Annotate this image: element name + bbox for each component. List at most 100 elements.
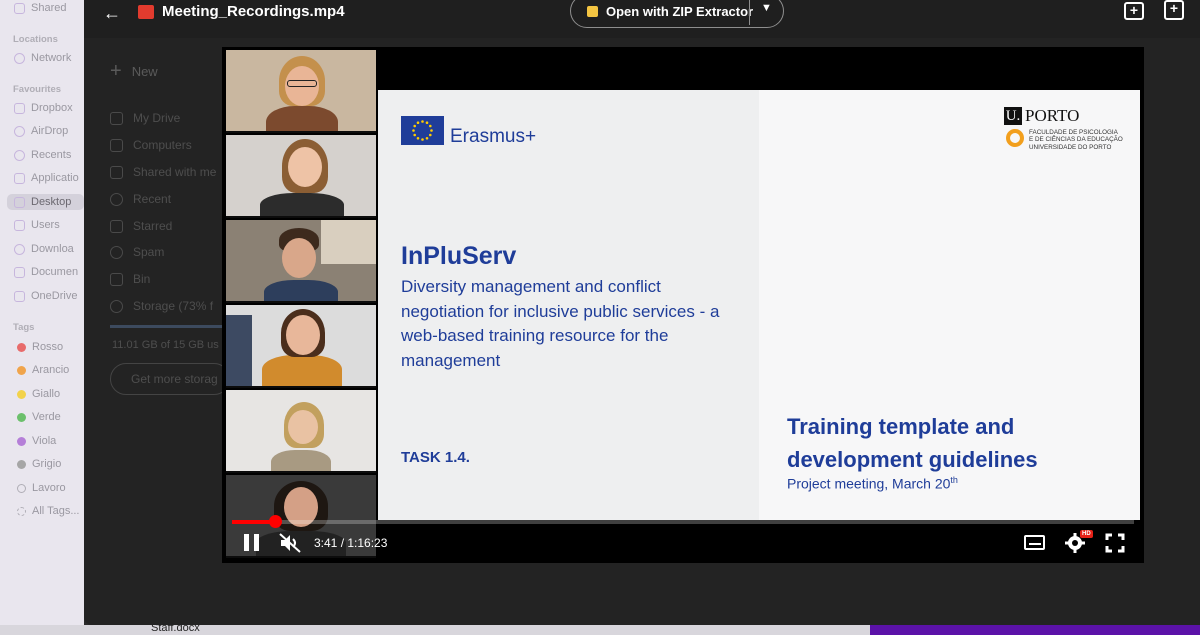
tag-label: Rosso <box>32 341 64 353</box>
sidebar-item-desktop[interactable]: Desktop <box>7 194 84 210</box>
computer-icon <box>110 138 123 152</box>
nav-storage[interactable]: Storage (73% f <box>110 299 213 313</box>
sidebar-item-label: Users <box>31 219 60 231</box>
tag-arancio[interactable]: Arancio <box>14 364 69 376</box>
clock-icon <box>110 192 123 206</box>
tag-dot-icon <box>17 436 26 446</box>
get-storage-label: Get more storag <box>131 372 218 386</box>
uporto-sub-line: UNIVERSIDADE DO PORTO <box>1029 143 1112 151</box>
nav-bin[interactable]: Bin <box>110 272 150 286</box>
uporto-sub-line: E DE CIÊNCIAS DA EDUCAÇÃO <box>1029 136 1123 144</box>
nav-label: Starred <box>133 219 173 233</box>
sidebar-item-dropbox[interactable]: Dropbox <box>14 102 73 114</box>
document-icon <box>14 266 25 278</box>
cloud-icon <box>110 299 123 313</box>
sidebar-item-label: AirDrop <box>31 125 69 137</box>
tag-label: Grigio <box>32 458 62 470</box>
sidebar-item-label: Applicatio <box>31 172 79 184</box>
uporto-ring-icon <box>1006 129 1024 147</box>
muted-volume-icon[interactable] <box>279 533 301 553</box>
nav-shared[interactable]: Shared with me <box>110 165 216 179</box>
new-label: New <box>131 64 158 79</box>
home-icon <box>14 219 25 231</box>
tag-dot-icon <box>17 365 26 375</box>
erasmus-logo-text: Erasmus+ <box>450 126 537 147</box>
clock-icon <box>14 149 25 161</box>
zip-extractor-icon <box>587 5 598 17</box>
nav-label: Bin <box>133 272 151 286</box>
locations-header: Locations <box>13 34 58 45</box>
add-shortcut-icon[interactable]: + <box>1164 0 1184 20</box>
uporto-word: PORTO <box>1025 106 1080 125</box>
nav-computers[interactable]: Computers <box>110 138 192 152</box>
slide-meeting-date: Project meeting, March 20th <box>787 475 958 492</box>
sidebar-item-onedrive[interactable]: OneDrive <box>14 290 77 302</box>
sidebar-item-label: Shared <box>31 2 67 14</box>
file-title: Meeting_Recordings.mp4 <box>162 3 345 20</box>
tag-label: Lavoro <box>32 482 66 494</box>
sidebar-item-label: OneDrive <box>31 290 78 302</box>
back-arrow-icon[interactable]: ← <box>103 3 121 24</box>
nav-label: Recent <box>133 192 172 206</box>
nav-starred[interactable]: Starred <box>110 219 172 233</box>
tag-dot-icon <box>17 342 26 352</box>
tag-all-tags[interactable]: All Tags... <box>14 505 80 517</box>
purple-bar <box>870 625 1200 635</box>
tag-lavoro[interactable]: Lavoro <box>14 482 66 494</box>
desktop-icon <box>14 196 25 208</box>
sidebar-item-downloads[interactable]: Downloa <box>14 243 74 255</box>
tag-dot-icon <box>17 483 26 493</box>
slide-task: TASK 1.4. <box>401 449 470 466</box>
tag-giallo[interactable]: Giallo <box>14 388 60 400</box>
sidebar-item-airdrop[interactable]: AirDrop <box>14 125 68 137</box>
download-icon <box>14 243 25 255</box>
folder-icon <box>14 2 25 14</box>
favourites-header: Favourites <box>13 84 62 95</box>
storage-text: 11.01 GB of 15 GB us <box>112 339 219 351</box>
tag-grigio[interactable]: Grigio <box>14 458 61 470</box>
spam-icon <box>110 245 123 259</box>
participant-tile <box>226 50 376 133</box>
slide-training-heading: Training template and development guidel… <box>787 414 1038 472</box>
add-to-drive-icon[interactable]: + <box>1124 2 1144 20</box>
tag-label: Giallo <box>32 388 61 400</box>
new-button[interactable]: + New <box>110 60 158 83</box>
tag-dot-icon <box>17 506 26 516</box>
sidebar-item-network[interactable]: Network <box>14 52 71 64</box>
slide-description: Diversity management and conflict negoti… <box>401 277 720 370</box>
globe-icon <box>14 52 25 64</box>
tag-verde[interactable]: Verde <box>14 411 61 423</box>
airdrop-icon <box>14 125 25 137</box>
sidebar-item-shared[interactable]: Shared <box>14 2 66 14</box>
file-name[interactable]: Staff.docx <box>151 622 200 634</box>
eu-flag-icon <box>401 116 444 145</box>
sidebar-item-label: Desktop <box>31 196 72 208</box>
sidebar-item-applications[interactable]: Applicatio <box>14 172 79 184</box>
nav-recent[interactable]: Recent <box>110 192 171 206</box>
subtitles-icon[interactable] <box>1024 535 1045 550</box>
sidebar-item-label: Recents <box>31 149 72 161</box>
presentation-slide: Erasmus+ U. PORTO FACULDADE DE PSICOLOGI… <box>378 90 1140 520</box>
sidebar-item-recents[interactable]: Recents <box>14 149 71 161</box>
tag-viola[interactable]: Viola <box>14 435 56 447</box>
chevron-down-icon[interactable]: ▼ <box>761 2 772 14</box>
plus-icon: + <box>110 60 122 82</box>
applications-icon <box>14 172 25 184</box>
nav-label: Shared with me <box>133 165 217 179</box>
progress-bar[interactable] <box>232 515 1134 528</box>
pause-button[interactable] <box>244 534 260 551</box>
get-storage-button[interactable]: Get more storag <box>110 363 230 395</box>
video-player[interactable]: Erasmus+ U. PORTO FACULDADE DE PSICOLOGI… <box>222 47 1144 563</box>
sidebar-item-users[interactable]: Users <box>14 219 60 231</box>
sidebar-item-label: Downloa <box>31 243 74 255</box>
open-with-button[interactable]: Open with ZIP Extractor ▼ <box>570 0 784 28</box>
sidebar-item-documents[interactable]: Documen <box>14 266 78 278</box>
nav-my-drive[interactable]: My Drive <box>110 111 180 125</box>
drive-icon <box>110 111 123 125</box>
tag-label: All Tags... <box>32 505 80 517</box>
nav-label: Storage (73% f <box>133 299 214 313</box>
tag-rosso[interactable]: Rosso <box>14 341 63 353</box>
nav-spam[interactable]: Spam <box>110 245 164 259</box>
fullscreen-icon[interactable] <box>1105 533 1125 553</box>
participant-tile <box>226 220 376 303</box>
